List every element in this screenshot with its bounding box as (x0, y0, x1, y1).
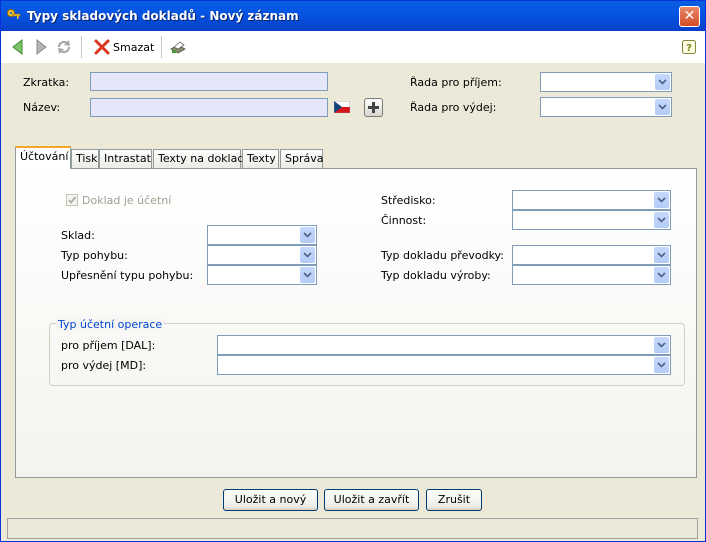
nazev-input[interactable] (90, 98, 328, 117)
back-arrow-icon[interactable] (9, 38, 27, 56)
typ-prevodky-select[interactable] (512, 245, 671, 265)
chevron-down-icon[interactable] (655, 99, 670, 115)
forward-arrow-icon[interactable] (32, 38, 50, 56)
doklad-ucetni-label: Doklad je účetní (82, 194, 172, 207)
pro-prijem-label: pro příjem [DAL]: (61, 339, 156, 352)
typ-pohybu-label: Typ pohybu: (61, 249, 128, 262)
chevron-down-icon[interactable] (654, 337, 669, 353)
chevron-down-icon[interactable] (654, 357, 669, 373)
delete-button-label[interactable]: Smazat (113, 41, 154, 54)
chevron-down-icon[interactable] (655, 74, 670, 90)
tab-uctovani[interactable]: Účtování (15, 146, 71, 169)
pro-vydej-label: pro výdej [MD]: (61, 359, 147, 372)
typ-pohybu-select[interactable] (207, 245, 317, 265)
pro-vydej-select[interactable] (217, 355, 671, 375)
chevron-down-icon[interactable] (300, 267, 315, 283)
typ-vyroby-label: Typ dokladu výroby: (381, 269, 491, 282)
cancel-button[interactable]: Zrušit (426, 489, 482, 511)
dialog-window: Typy skladových dokladů - Nový záznam ✕ … (0, 0, 706, 542)
rada-vydej-label: Řada pro výdej: (410, 101, 497, 114)
rada-prijem-select[interactable] (540, 72, 672, 92)
cinnost-label: Činnost: (381, 214, 427, 227)
svg-text:?: ? (686, 43, 692, 54)
typ-vyroby-select[interactable] (512, 265, 671, 285)
chevron-down-icon[interactable] (300, 247, 315, 263)
title-bar[interactable]: Typy skladových dokladů - Nový záznam ✕ (1, 1, 705, 31)
help-icon[interactable]: ? (681, 39, 697, 55)
cinnost-select[interactable] (512, 210, 671, 230)
upresneni-label: Upřesnění typu pohybu: (61, 269, 194, 282)
nazev-label: Název: (23, 101, 61, 114)
stredisko-select[interactable] (512, 190, 671, 210)
keys-icon (7, 9, 21, 19)
toolbar-separator (81, 36, 82, 58)
zkratka-label: Zkratka: (23, 76, 70, 89)
checkmark-icon (68, 196, 77, 204)
doklad-ucetni-checkbox[interactable] (66, 194, 78, 206)
upresneni-select[interactable] (207, 265, 317, 285)
chevron-down-icon[interactable] (654, 192, 669, 208)
window-title: Typy skladových dokladů - Nový záznam (27, 9, 299, 23)
rada-vydej-select[interactable] (540, 97, 672, 117)
chevron-down-icon[interactable] (654, 247, 669, 263)
sklad-select[interactable] (207, 225, 317, 245)
chevron-down-icon[interactable] (654, 267, 669, 283)
add-translation-button[interactable] (364, 98, 383, 117)
pro-prijem-select[interactable] (217, 335, 671, 355)
czech-flag-icon[interactable] (334, 101, 350, 113)
close-button[interactable]: ✕ (679, 6, 700, 27)
delete-x-icon[interactable] (93, 38, 111, 56)
rada-prijem-label: Řada pro příjem: (410, 76, 502, 89)
tab-texty[interactable]: Texty (242, 149, 279, 168)
tab-intrastat[interactable]: Intrastat (99, 149, 152, 168)
toolbar-separator (161, 36, 162, 58)
tab-texty-na-doklad[interactable]: Texty na doklad (153, 149, 244, 168)
save-close-button[interactable]: Uložit a zavřít (324, 489, 419, 511)
status-bar (7, 518, 698, 539)
typ-prevodky-label: Typ dokladu převodky: (381, 249, 504, 262)
sklad-label: Sklad: (61, 229, 95, 242)
plus-icon (368, 102, 379, 113)
tab-tisk[interactable]: Tisk (71, 149, 99, 168)
toolbar: Smazat ? (1, 31, 705, 63)
stredisko-label: Středisko: (381, 194, 436, 207)
chevron-down-icon[interactable] (300, 227, 315, 243)
print-icon[interactable] (169, 38, 187, 56)
zkratka-input[interactable] (90, 72, 328, 91)
tab-sprava[interactable]: Správa (280, 149, 323, 168)
chevron-down-icon[interactable] (654, 212, 669, 228)
save-new-button[interactable]: Uložit a nový (223, 489, 318, 511)
refresh-icon[interactable] (55, 38, 73, 56)
group-title: Typ účetní operace (56, 318, 165, 331)
